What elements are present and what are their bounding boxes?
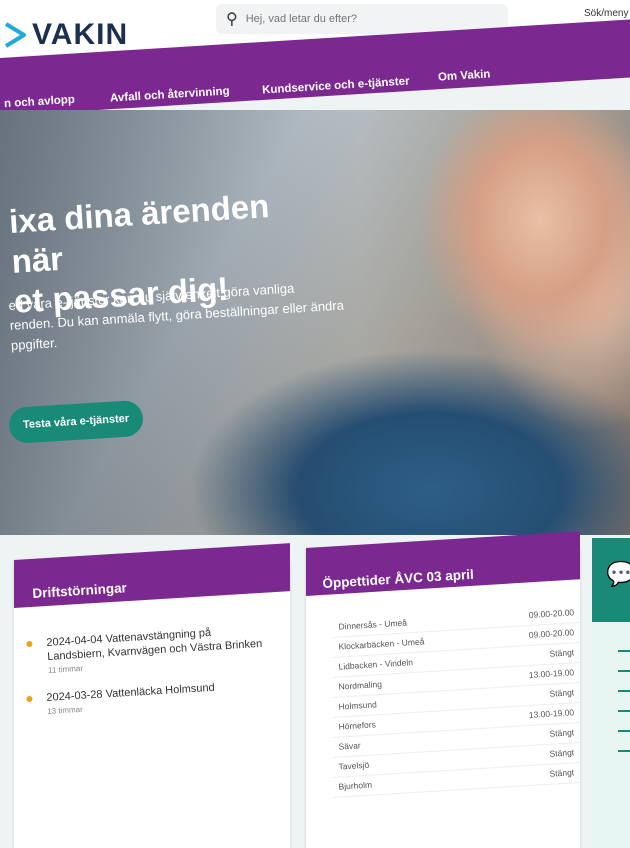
menu-link[interactable]: Sök/meny — [584, 8, 628, 19]
disturbance-list: 2024-04-04 Vattenavstängning på Landsbie… — [26, 627, 267, 732]
chat-panel[interactable]: 💬 — [592, 538, 630, 848]
list-item[interactable]: 2024-03-28 Vattenläcka Holmsund 13 timma… — [26, 678, 267, 716]
opening-hours-table: Dinnersås - Umeå 09.00-20.00 Klockarbäcke… — [332, 602, 581, 798]
opening-hours-card: Öppettider ÅVC 03 april Dinnersås - Umeå… — [306, 531, 581, 848]
logo-arrow-icon — [4, 22, 26, 48]
chat-icon[interactable]: 💬 — [606, 560, 630, 589]
search-input[interactable] — [243, 12, 488, 26]
page: VAKIN ⚲ Sök/meny n och avlopp Avfall och… — [0, 0, 630, 848]
disturbances-card: Driftstörningar 2024-04-04 Vattenavstäng… — [14, 543, 290, 848]
status-dot-icon — [26, 695, 33, 703]
logo[interactable]: VAKIN — [4, 18, 128, 52]
logo-text: VAKIN — [32, 18, 129, 51]
search-icon: ⚲ — [226, 11, 238, 28]
hero-image: ixa dina ärenden när et passar dig! ed v… — [0, 110, 630, 535]
list-item[interactable]: 2024-04-04 Vattenavstängning på Landsbie… — [26, 623, 268, 675]
status-dot-icon — [26, 640, 33, 648]
